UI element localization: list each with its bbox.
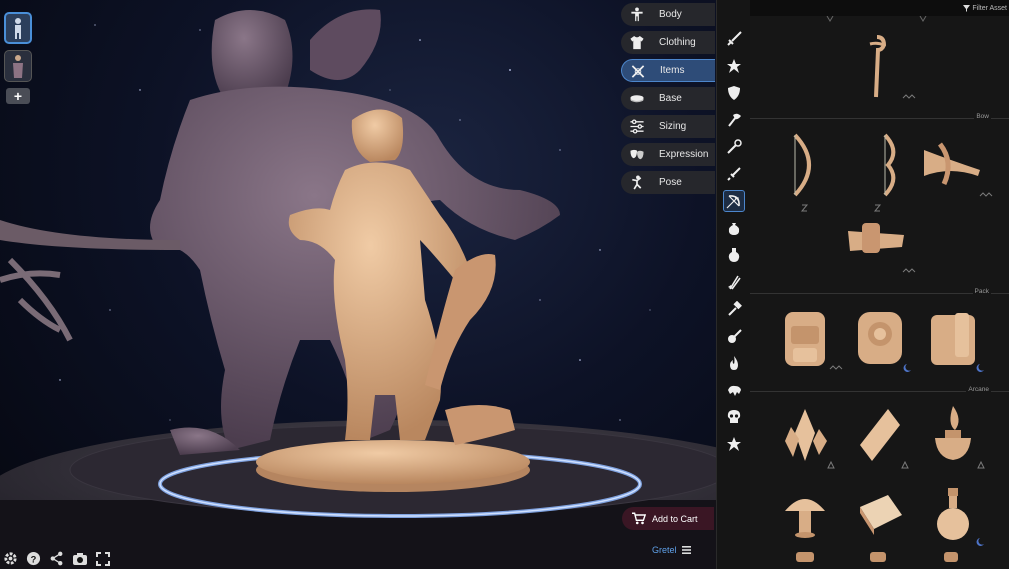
shield-icon[interactable]: [723, 82, 745, 104]
category-clothing[interactable]: Clothing: [621, 31, 715, 54]
category-base[interactable]: Base: [621, 87, 715, 110]
user-menu[interactable]: Gretel: [652, 545, 691, 555]
wand-icon[interactable]: [723, 136, 745, 158]
monster-model: [0, 9, 560, 455]
star-icon[interactable]: [723, 55, 745, 77]
animal-icon[interactable]: [723, 379, 745, 401]
sliders-icon: [630, 119, 644, 134]
add-to-cart-button[interactable]: Add to Cart: [622, 507, 714, 530]
shirt-icon: [630, 35, 644, 50]
menu-icon: [681, 546, 691, 554]
filter-icon: [963, 4, 971, 12]
character-thumb-1[interactable]: [4, 12, 32, 44]
hammer-icon[interactable]: [723, 298, 745, 320]
miniature-base: [256, 440, 530, 492]
camera-icon[interactable]: [71, 550, 88, 567]
quiver-icon[interactable]: [723, 271, 745, 293]
filter-label: Filter Asset: [972, 4, 1007, 12]
figure-icon: [15, 18, 21, 39]
filter-bar[interactable]: Filter Asset: [750, 0, 1009, 16]
figure-icon: [13, 55, 23, 78]
masks-icon: [630, 149, 644, 160]
base-icon: [630, 95, 644, 103]
category-body[interactable]: Body: [621, 3, 715, 26]
category-menu: Body Clothing Items Base Sizing Expressi…: [621, 3, 715, 194]
scene-render: [0, 9, 716, 569]
asset-panel: Bow Pack Arcane: [750, 16, 1009, 569]
body-icon: [631, 7, 643, 22]
pose-icon: [632, 175, 642, 190]
dagger-icon[interactable]: [723, 163, 745, 185]
character-list: +: [4, 12, 32, 104]
fullscreen-icon[interactable]: [94, 550, 111, 567]
item-type-rail: [716, 0, 750, 569]
category-expression[interactable]: Expression: [621, 143, 715, 166]
cart-icon: [632, 512, 646, 525]
3d-viewport[interactable]: + ? Body Clothing Items Base Sizing Expr…: [0, 0, 716, 569]
category-sizing[interactable]: Sizing: [621, 115, 715, 138]
sword-icon[interactable]: [723, 28, 745, 50]
viewport-toolbar: ?: [2, 550, 111, 567]
fire-icon[interactable]: [723, 352, 745, 374]
add-character-button[interactable]: +: [6, 88, 30, 104]
lute-icon[interactable]: [723, 325, 745, 347]
character-thumb-2[interactable]: [4, 50, 32, 82]
share-icon[interactable]: [48, 550, 65, 567]
skull-icon[interactable]: [723, 406, 745, 428]
crossed-swords-icon: [631, 65, 645, 78]
help-icon[interactable]: ?: [25, 550, 42, 567]
axe-icon[interactable]: [723, 109, 745, 131]
bow-icon[interactable]: [723, 190, 745, 212]
category-pose[interactable]: Pose: [621, 171, 715, 194]
favorite-icon[interactable]: [723, 433, 745, 455]
category-items[interactable]: Items: [621, 59, 715, 82]
username: Gretel: [652, 545, 677, 555]
gear-icon[interactable]: [2, 550, 19, 567]
pouch-icon[interactable]: [723, 217, 745, 239]
svg-text:?: ?: [31, 554, 37, 564]
potion-icon[interactable]: [723, 244, 745, 266]
asset-badges: [796, 94, 993, 562]
